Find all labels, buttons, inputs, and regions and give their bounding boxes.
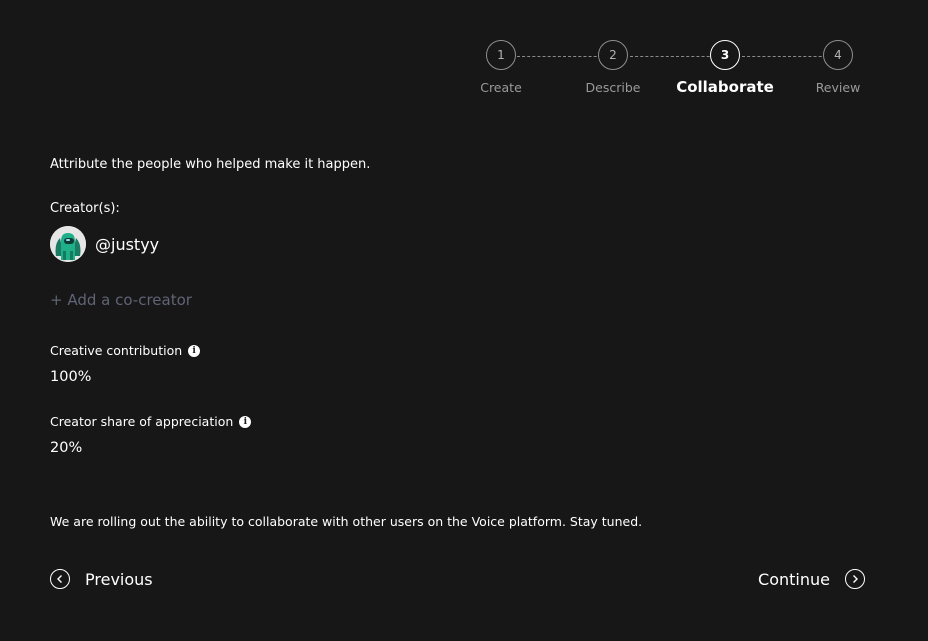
amongus-avatar-icon [50, 226, 86, 262]
creators-label: Creator(s): [50, 201, 120, 216]
info-icon[interactable]: i [188, 344, 201, 357]
step-number: 1 [486, 40, 516, 70]
previous-button[interactable]: Previous [50, 569, 153, 589]
step-label: Collaborate [676, 78, 774, 96]
step-label: Describe [585, 80, 641, 95]
step-label: Review [815, 80, 861, 95]
add-cocreator-link[interactable]: + Add a co-creator [50, 291, 192, 309]
chevron-left-icon [50, 569, 70, 589]
step-number: 4 [823, 40, 853, 70]
creative-contribution-label: Creative contribution i [50, 343, 201, 358]
creator-share-value: 20% [50, 440, 83, 456]
creator-handle[interactable]: @justyy [95, 235, 159, 254]
step-describe[interactable]: 2 Describe [563, 40, 663, 95]
creator-item: @justyy [50, 226, 159, 262]
creative-contribution-value: 100% [50, 369, 92, 385]
creative-contribution-text: Creative contribution [50, 343, 183, 358]
continue-label: Continue [758, 569, 830, 589]
step-collaborate[interactable]: 3 Collaborate [675, 40, 775, 96]
continue-button[interactable]: Continue [758, 569, 865, 589]
creator-share-text: Creator share of appreciation [50, 414, 234, 429]
creator-share-label: Creator share of appreciation i [50, 414, 252, 429]
step-number: 3 [710, 40, 740, 70]
step-review[interactable]: 4 Review [788, 40, 888, 95]
progress-stepper: 1 Create 2 Describe 3 Collaborate 4 Revi… [470, 40, 870, 104]
chevron-right-icon [845, 569, 865, 589]
step-create[interactable]: 1 Create [451, 40, 551, 95]
step-label: Create [480, 80, 522, 95]
step-number: 2 [598, 40, 628, 70]
previous-label: Previous [85, 569, 153, 589]
intro-text: Attribute the people who helped make it … [50, 157, 371, 172]
collaboration-notice: We are rolling out the ability to collab… [50, 514, 643, 529]
info-icon[interactable]: i [239, 415, 252, 428]
